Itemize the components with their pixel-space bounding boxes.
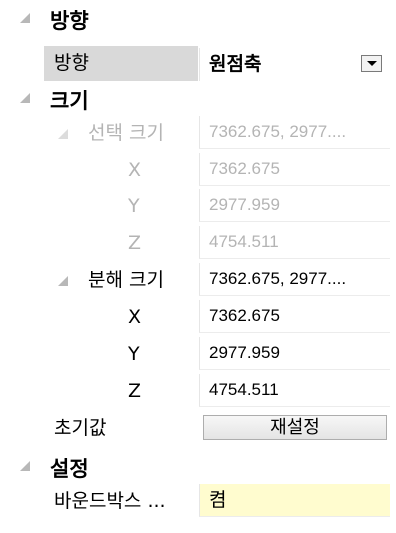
direction-select[interactable]: 원점축 — [199, 48, 390, 81]
property-value: 7362.675 — [199, 300, 390, 333]
property-name: 방향 — [44, 46, 198, 81]
property-value: 원점축 — [209, 53, 262, 75]
property-row-exploded-z[interactable]: Z 4754.511 — [0, 374, 390, 407]
property-name: X — [44, 153, 198, 186]
property-row-selection-y[interactable]: Y 2977.959 — [0, 189, 390, 222]
reset-button[interactable]: 재설정 — [203, 415, 387, 440]
property-name: Y — [44, 337, 198, 370]
property-row-direction[interactable]: 방향 원점축 — [0, 46, 390, 81]
property-name: Z — [44, 374, 198, 407]
property-value: 4754.511 — [199, 226, 390, 259]
property-name: 선택 크기 — [44, 116, 198, 149]
property-value: 2977.959 — [199, 337, 390, 370]
category-direction[interactable]: 방향 — [0, 0, 390, 36]
category-size[interactable]: 크기 — [0, 80, 390, 116]
property-name: 분해 크기 — [44, 263, 198, 296]
property-grid: 방향 방향 원점축 크기 선택 크기 7362.675, 2977.... X … — [0, 0, 396, 533]
property-row-selection-x[interactable]: X 7362.675 — [0, 153, 390, 186]
property-name: Y — [44, 189, 198, 222]
category-settings[interactable]: 설정 — [0, 448, 390, 484]
category-title: 크기 — [50, 89, 89, 113]
property-value: 7362.675, 2977.... — [199, 116, 390, 149]
property-row-exploded-size[interactable]: 분해 크기 7362.675, 2977.... — [0, 263, 390, 296]
property-row-initial: 초기값 재설정 — [0, 411, 390, 444]
dropdown-button[interactable] — [361, 55, 382, 72]
property-row-selection-size[interactable]: 선택 크기 7362.675, 2977.... — [0, 116, 390, 149]
property-value: 7362.675 — [199, 153, 390, 186]
collapse-triangle-icon[interactable] — [20, 461, 30, 471]
property-name: 초기값 — [44, 411, 198, 444]
property-name: Z — [44, 226, 198, 259]
property-name: 바운드박스 ... — [44, 484, 198, 517]
property-value: 2977.959 — [199, 189, 390, 222]
property-value: 4754.511 — [199, 374, 390, 407]
property-value[interactable]: 켬 — [199, 484, 390, 517]
property-value: 7362.675, 2977.... — [199, 263, 390, 296]
collapse-triangle-icon[interactable] — [20, 93, 30, 103]
property-row-exploded-x[interactable]: X 7362.675 — [0, 300, 390, 333]
chevron-down-icon — [367, 61, 377, 66]
category-title: 방향 — [50, 9, 89, 33]
category-title: 설정 — [50, 457, 89, 481]
property-name: X — [44, 300, 198, 333]
property-row-bounding-box[interactable]: 바운드박스 ... 켬 — [0, 484, 390, 517]
collapse-triangle-icon[interactable] — [20, 13, 30, 23]
property-row-selection-z[interactable]: Z 4754.511 — [0, 226, 390, 259]
property-row-exploded-y[interactable]: Y 2977.959 — [0, 337, 390, 370]
